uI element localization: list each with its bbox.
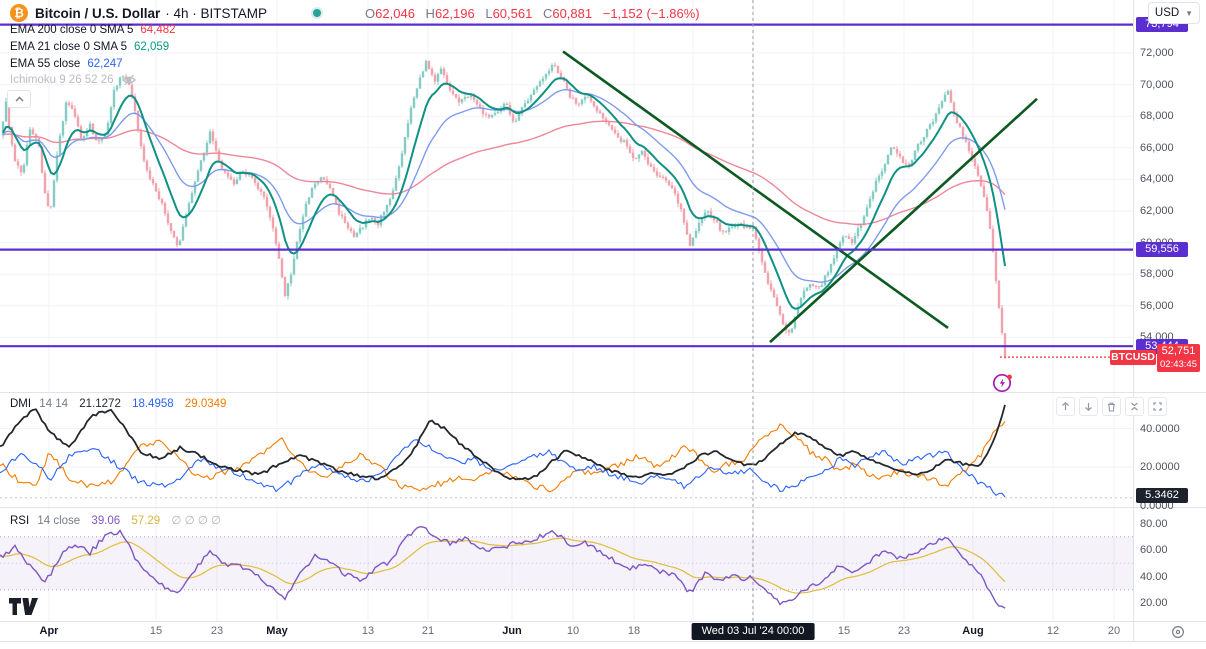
axis-tick-label: 40.0000 (1140, 422, 1180, 435)
time-tick-label: 23 (210, 625, 224, 637)
rsi-ma-value: 57.29 (131, 515, 161, 527)
legend-row-ema21[interactable]: EMA 21 close 0 SMA 5 62,059 (10, 41, 169, 53)
rsi-value: 39.06 (91, 515, 121, 527)
indicator-value: 62,059 (133, 41, 170, 53)
rsi-params: 14 close (37, 515, 81, 527)
dmi-legend[interactable]: DMI 14 14 21.1272 18.4958 29.0349 (10, 398, 226, 410)
low-label: L (485, 5, 493, 21)
last-price-countdown-label: 52,751 02:43:45 (1157, 344, 1200, 372)
chart-header: ₿ Bitcoin / U.S. Dollar · 4h · BITSTAMP … (10, 4, 700, 22)
pane-separator[interactable] (0, 392, 1206, 393)
bottom-separator (0, 641, 1206, 642)
axis-tick-label: 68,000 (1140, 110, 1174, 123)
legend-row-ema55[interactable]: EMA 55 close 62,247 (10, 58, 123, 70)
pane-controls (1056, 397, 1167, 416)
time-tick-label: Jun (502, 625, 522, 637)
axis-tick-label: 20.0000 (1140, 461, 1180, 473)
dmi-params: 14 14 (39, 398, 69, 410)
time-tick-label: Apr (39, 625, 59, 637)
pane-separator[interactable] (0, 507, 1206, 508)
axis-tick-label: 64,000 (1140, 173, 1174, 186)
indicator-name: Ichimoku 9 26 52 26 (10, 74, 114, 86)
chart-canvas[interactable] (0, 0, 1206, 649)
time-tick-label: 15 (149, 625, 163, 637)
open-value: 62,046 (375, 5, 415, 21)
high-label: H (425, 5, 435, 21)
indicator-name: EMA 21 close 0 SMA 5 (10, 41, 127, 53)
delete-pane-button[interactable] (1102, 397, 1121, 416)
indicator-name: EMA 200 close 0 SMA 5 (10, 24, 134, 36)
axis-tick-label: 80.00 (1140, 517, 1168, 530)
rsi-axis-scale[interactable]: 80.00 60.00 40.00 20.00 (1134, 508, 1206, 621)
legend-row-ema200[interactable]: EMA 200 close 0 SMA 5 64,482 (10, 24, 176, 36)
price-line-label-59556: 59,556 (1136, 242, 1188, 257)
move-pane-up-button[interactable] (1056, 397, 1075, 416)
time-tick-label: 20 (1107, 625, 1121, 637)
chevron-down-icon: ▼ (1185, 8, 1194, 18)
axis-tick-label: 58,000 (1140, 268, 1174, 281)
flash-actions-icon[interactable] (991, 371, 1015, 400)
last-price-value: 52,751 (1161, 345, 1196, 357)
axis-tick-label: 62,000 (1140, 205, 1174, 217)
currency-button[interactable]: USD ▼ (1148, 2, 1200, 24)
axis-tick-label: 66,000 (1140, 141, 1174, 154)
open-label: O (365, 5, 376, 21)
bar-countdown: 02:43:45 (1160, 359, 1197, 370)
legend-row-ichimoku[interactable]: Ichimoku 9 26 52 26 (10, 74, 136, 86)
rsi-legend[interactable]: RSI 14 close 39.06 57.29 ∅ ∅ ∅ ∅ (10, 513, 221, 527)
indicator-value: 62,247 (87, 58, 123, 70)
time-tick-label: Aug (962, 625, 984, 637)
symbol-price-tag: BTCUSD (1110, 350, 1156, 365)
maximize-pane-button[interactable] (1148, 397, 1167, 416)
move-pane-down-button[interactable] (1079, 397, 1098, 416)
symbol-meta[interactable]: · 4h · BITSTAMP (165, 6, 267, 21)
axis-tick-label: 20.00 (1140, 597, 1168, 609)
change-value: −1,152 (−1.86%) (602, 5, 700, 21)
rsi-empty-values: ∅ ∅ ∅ ∅ (171, 515, 222, 527)
indicator-name: EMA 55 close (10, 58, 81, 70)
symbol-title[interactable]: Bitcoin / U.S. Dollar (35, 6, 160, 21)
time-tick-label: May (266, 625, 288, 637)
time-tick-label: 23 (897, 625, 911, 637)
time-tick-label: 10 (566, 625, 580, 637)
axis-tick-label: 72,000 (1140, 47, 1174, 59)
market-status-dot[interactable] (313, 9, 322, 17)
collapse-pane-button[interactable] (1125, 397, 1144, 416)
bitcoin-icon: ₿ (10, 4, 28, 22)
dmi-last-value-label: 5.3462 (1136, 488, 1188, 503)
crosshair-date-tooltip: Wed 03 Jul '24 00:00 (691, 623, 815, 640)
close-value: 60,881 (552, 5, 593, 21)
time-tick-label: 13 (361, 625, 375, 637)
axis-tick-label: 70,000 (1140, 78, 1174, 91)
low-value: 60,561 (492, 5, 533, 21)
time-tick-label: 18 (627, 625, 641, 637)
tradingview-chart-window: ₿ Bitcoin / U.S. Dollar · 4h · BITSTAMP … (0, 0, 1206, 649)
tradingview-logo[interactable] (8, 597, 38, 621)
dmi-plus-di-value: 18.4958 (132, 398, 174, 410)
indicator-value: 64,482 (140, 24, 176, 36)
rsi-title: RSI (10, 515, 30, 527)
eye-off-icon[interactable] (121, 74, 136, 86)
close-label: C (542, 5, 553, 21)
time-tick-label: 12 (1046, 625, 1060, 637)
currency-label: USD (1154, 7, 1180, 19)
time-axis-scale[interactable]: Wed 03 Jul '24 00:00 Apr 15 23 May 13 21 Jun 10… (0, 622, 1206, 641)
time-tick-label: 21 (421, 625, 435, 637)
dmi-adx-value: 21.1272 (79, 398, 121, 410)
high-value: 62,196 (434, 5, 475, 21)
timezone-settings-icon[interactable] (1171, 625, 1185, 644)
axis-tick-label: 56,000 (1140, 299, 1174, 312)
legend-collapse-button[interactable] (7, 90, 31, 108)
time-tick-label: 15 (837, 625, 851, 637)
ohlc-values: O62,046 H62,196 L60,561 C60,881 −1,152 (… (365, 6, 700, 21)
axis-tick-label: 40.00 (1140, 570, 1168, 583)
dmi-minus-di-value: 29.0349 (184, 398, 227, 410)
price-axis-scale[interactable]: 72,00070,00068,00066,00064,00062,00060,0… (1134, 0, 1206, 392)
axis-tick-label: 60.00 (1140, 544, 1168, 556)
dmi-title: DMI (10, 398, 32, 410)
